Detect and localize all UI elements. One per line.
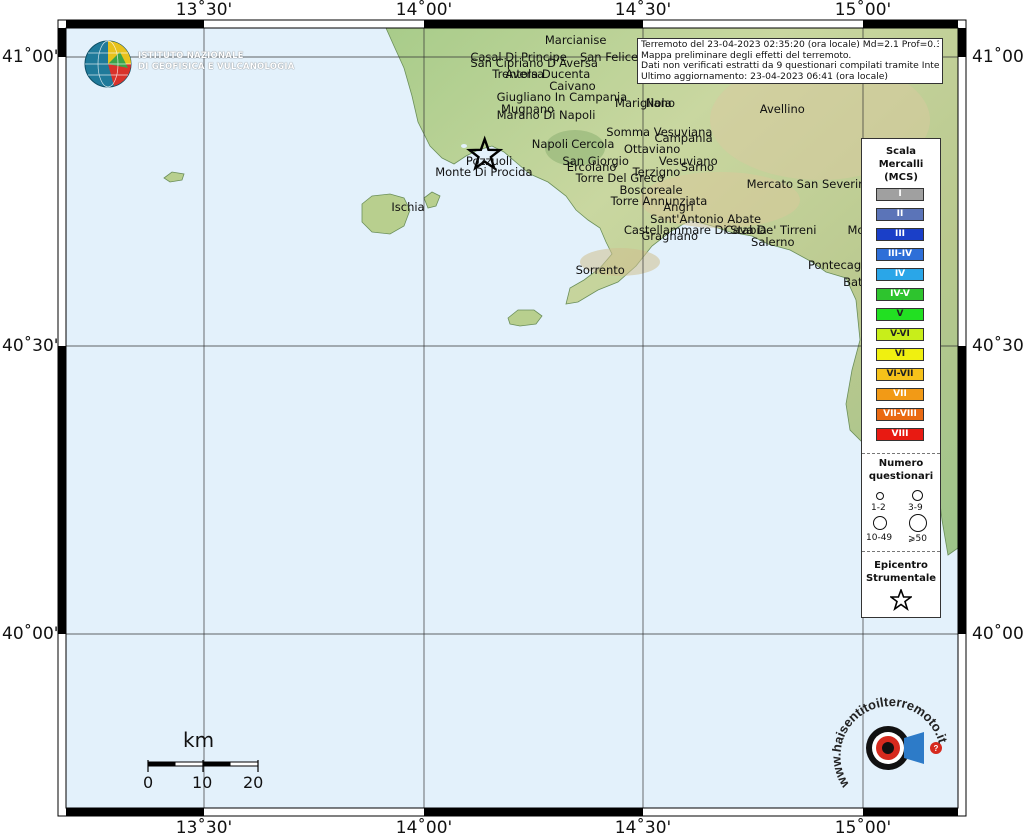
legend-scale-title: (MCS) (884, 172, 918, 183)
ingv-name-line1: ISTITUTO NAZIONALE (138, 51, 244, 61)
mcs-class-swatch: VII (876, 388, 924, 401)
mcs-class-swatch: IV (876, 268, 924, 281)
lon-tick-bottom: 15˚00' (834, 818, 892, 838)
lon-tick-bottom: 14˚00' (395, 818, 453, 838)
mcs-class-swatch: III (876, 228, 924, 241)
legend-questionari-title: questionari (868, 471, 934, 482)
place-label: Ischia (391, 200, 425, 215)
lon-tick-bottom: 13˚30' (175, 818, 233, 838)
event-info-line: Ultimo aggiornamento: 23-04-2023 06:41 (… (641, 71, 889, 82)
haisentito-logo: ? www.haisentitoilterremoto.it (832, 694, 950, 791)
event-info-line: Terremoto del 23-04-2023 02:35:20 (ora l… (641, 40, 939, 50)
legend-epicenter-title: Epicentro (874, 560, 928, 571)
event-info-line: Mappa preliminare degli effetti del terr… (641, 50, 852, 61)
place-label: Salerno (751, 234, 795, 249)
lon-tick-top: 13˚30' (175, 0, 233, 20)
mcs-class-swatch: III-IV (876, 248, 924, 261)
place-label: Mercato San Severino (746, 176, 873, 191)
questionari-class-label: 10-49 (866, 533, 893, 543)
legend-scale-title: Scala (885, 146, 917, 157)
mcs-class-swatch: VI-VII (876, 368, 924, 381)
place-label: Monte Di Procida (435, 165, 533, 180)
place-label: Gragnano (641, 228, 699, 243)
mcs-class-swatch: VI (876, 348, 924, 361)
lake (461, 144, 467, 148)
lat-tick-left: 40˚30' (2, 336, 59, 356)
circle-size-2-icon (912, 490, 923, 501)
lat-tick-right: 41˚00' (972, 47, 1024, 67)
lat-tick-left: 41˚00' (2, 47, 59, 67)
questionari-class-label: 3-9 (908, 503, 923, 513)
lat-tick-right: 40˚00' (972, 624, 1024, 644)
mcs-class-swatch: V (876, 308, 924, 321)
legend-separator (862, 453, 940, 454)
place-label: Aversa (505, 67, 545, 82)
lon-tick-bottom: 14˚30' (614, 818, 672, 838)
event-info-box: Terremoto del 23-04-2023 02:35:20 (ora l… (637, 38, 943, 85)
ingv-globe-icon (84, 40, 132, 88)
place-label: Marano Di Napoli (496, 107, 596, 122)
mcs-class-swatch: V-VI (876, 328, 924, 341)
place-label: Sorrento (575, 263, 625, 278)
scale-label: 0 (143, 773, 154, 792)
legend-separator (862, 551, 940, 552)
mcs-class-swatch: I (876, 188, 924, 201)
place-label: Napoli (531, 136, 569, 151)
scale-bar-graphic (147, 760, 259, 772)
circle-size-1-icon (876, 492, 884, 500)
scale-label: 20 (243, 773, 264, 792)
scale-label: 10 (192, 773, 213, 792)
place-label: Sarno (680, 159, 715, 174)
lat-tick-right: 40˚30' (972, 336, 1024, 356)
lat-tick-left: 40˚00' (2, 624, 59, 644)
place-label: Avellino (759, 101, 805, 116)
mcs-class-swatch: II (876, 208, 924, 221)
scale-unit: km (183, 728, 215, 752)
place-label: Marcianise (544, 32, 607, 47)
legend-panel: Scala Mercalli (MCS) I II III III-IV IV IV-V V… (861, 138, 941, 618)
lon-tick-top: 14˚30' (614, 0, 672, 20)
circle-size-3-icon (873, 516, 887, 530)
mcs-class-swatch: IV-V (876, 288, 924, 301)
place-label: Cercola (571, 136, 615, 151)
ingv-name: ISTITUTO NAZIONALE DI GEOFISICA E VULCAN… (138, 51, 295, 73)
questionari-class-label: 1-2 (871, 503, 886, 513)
place-label: Nola (645, 96, 672, 111)
legend-epicenter-title: Strumentale (865, 573, 937, 584)
lon-tick-top: 14˚00' (395, 0, 453, 20)
mcs-class-swatch: VII-VIII (876, 408, 924, 421)
event-info-line: Dati non verificati estratti da 9 questi… (641, 61, 939, 72)
scale-bar: km 0 10 20 (140, 728, 280, 798)
legend-questionari-title: Numero (878, 458, 924, 469)
svg-text:?: ? (934, 744, 939, 753)
circle-size-4-icon (909, 514, 927, 532)
epicenter-star-icon (890, 589, 912, 611)
lon-tick-top: 15˚00' (834, 0, 892, 20)
ingv-name-line2: DI GEOFISICA E VULCANOLOGIA (138, 62, 295, 72)
questionari-class-label: ⩾50 (908, 534, 927, 544)
legend-scale-title: Mercalli (878, 159, 924, 170)
mcs-class-swatch: VIII (876, 428, 924, 441)
